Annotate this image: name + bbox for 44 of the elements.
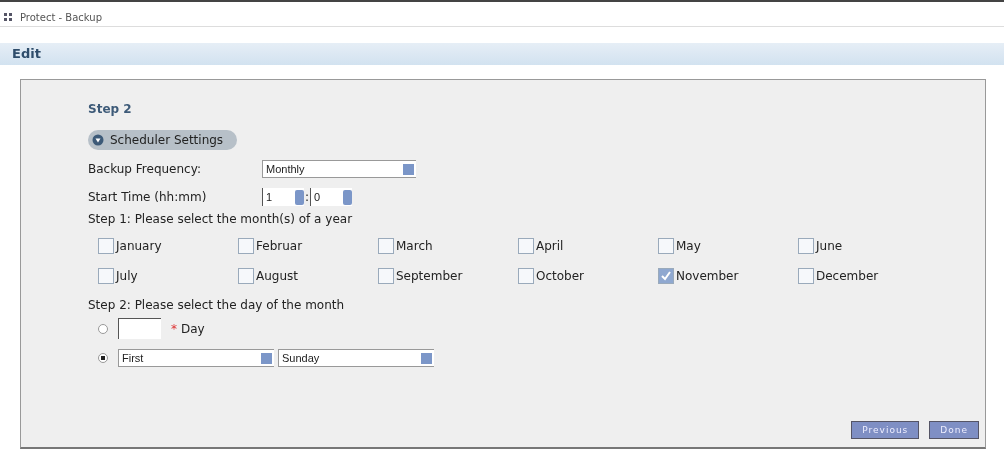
checkbox-label: June bbox=[816, 239, 843, 253]
checkbox-label: December bbox=[816, 269, 879, 283]
checkbox-label: January bbox=[116, 239, 162, 253]
month-checkbox[interactable] bbox=[518, 238, 534, 254]
month-checkbox[interactable] bbox=[378, 268, 394, 284]
month-checkbox[interactable] bbox=[98, 268, 114, 284]
radio-button[interactable] bbox=[98, 353, 108, 363]
checkbox-label: September bbox=[396, 269, 463, 283]
minute-spinner[interactable]: 0 bbox=[310, 188, 353, 206]
step-title: Step 2 bbox=[88, 102, 133, 116]
month-checkbox[interactable] bbox=[98, 238, 114, 254]
prompt-text: Step 2: Please select the day of the month bbox=[88, 298, 346, 312]
checkbox-label: November bbox=[676, 269, 739, 283]
field-label: Backup Frequency: bbox=[88, 162, 202, 176]
section-header: Edit bbox=[0, 43, 1004, 65]
checkbox-label: May bbox=[676, 239, 701, 253]
month-checkbox[interactable] bbox=[798, 238, 814, 254]
month-checkbox[interactable] bbox=[238, 238, 254, 254]
frequency-dropdown[interactable]: Monthly bbox=[262, 160, 416, 178]
checkbox-label: March bbox=[396, 239, 433, 253]
field-label: Day bbox=[181, 321, 205, 336]
checkbox-label: April bbox=[536, 239, 564, 253]
month-checkbox[interactable] bbox=[378, 238, 394, 254]
window-title: Protect - Backup bbox=[20, 11, 102, 23]
month-checkbox[interactable] bbox=[798, 268, 814, 284]
weekday-dropdown[interactable]: Sunday bbox=[278, 349, 434, 367]
checkbox-label: July bbox=[116, 269, 138, 283]
radio-button[interactable] bbox=[98, 323, 108, 334]
checkbox-label: August bbox=[256, 269, 298, 283]
month-checkbox[interactable] bbox=[518, 268, 534, 284]
grid-icon bbox=[4, 13, 12, 21]
prompt-text: Step 1: Please select the month(s) of a year bbox=[88, 212, 354, 226]
month-checkbox[interactable] bbox=[658, 268, 674, 284]
field-label: Start Time (hh:mm) bbox=[88, 190, 208, 204]
month-checkbox[interactable] bbox=[658, 238, 674, 254]
month-checkbox[interactable] bbox=[238, 268, 254, 284]
time-separator: : bbox=[304, 190, 311, 204]
hour-spinner[interactable]: 1 bbox=[262, 188, 304, 206]
checkbox-label: October bbox=[536, 269, 585, 283]
day-input[interactable] bbox=[118, 318, 161, 339]
required-mark: * bbox=[171, 321, 177, 336]
checkbox-label: Februar bbox=[256, 239, 303, 253]
group-header[interactable]: Scheduler Settings bbox=[88, 130, 238, 150]
ordinal-dropdown[interactable]: First bbox=[118, 349, 274, 367]
